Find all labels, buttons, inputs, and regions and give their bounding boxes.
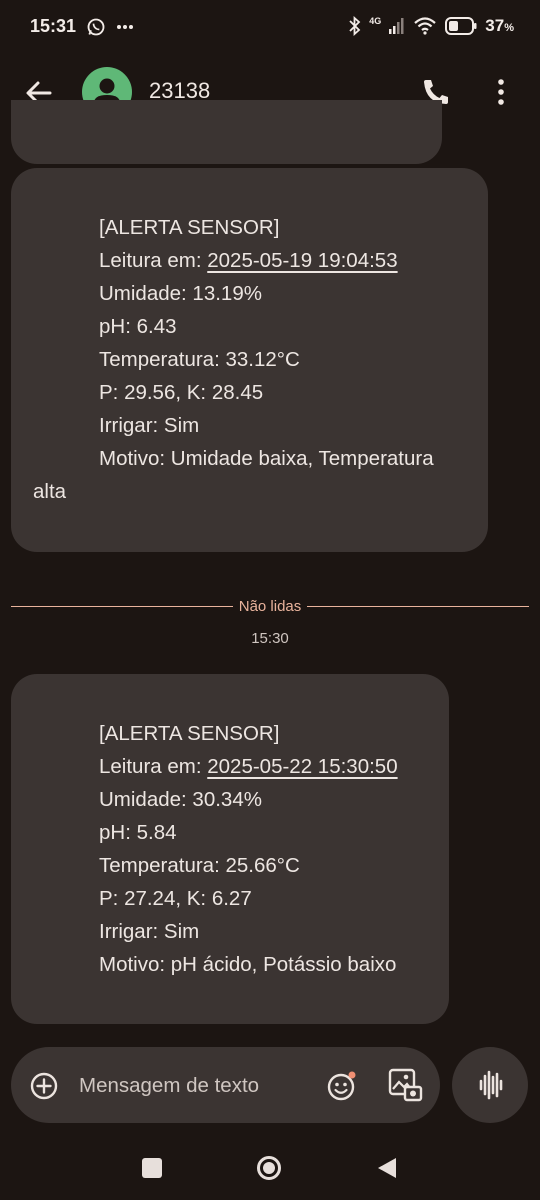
battery-percent: 37% [485, 16, 514, 35]
line-prefix: Leitura em: [99, 249, 208, 272]
message-line: Motivo: Umidade baixa, Temperatura [99, 447, 434, 470]
divider-line [11, 605, 233, 607]
timestamp-link[interactable]: 2025-05-19 19:04:53 [207, 249, 397, 272]
emoji-icon[interactable] [325, 1069, 359, 1103]
message-bubble[interactable]: [ALERTA SENSOR] Leitura em: 2025-05-22 1… [11, 674, 449, 1024]
status-bar: 15:31 4G 37% [0, 0, 540, 56]
message-line: Leitura em: 2025-05-19 19:04:53 [33, 244, 470, 277]
status-right: 4G 37% [349, 16, 514, 36]
message-input[interactable] [77, 1069, 311, 1103]
timestamp-link[interactable]: 2025-05-22 15:30:50 [207, 755, 397, 778]
status-left: 15:31 [30, 16, 134, 37]
message-line: P: 27.24, K: 6.27 [99, 887, 252, 910]
bluetooth-icon [349, 16, 361, 36]
message-line: Leitura em: 2025-05-22 15:30:50 [33, 750, 431, 783]
unread-divider: Não lidas [11, 596, 530, 616]
message-line: Temperatura: 25.66°C [99, 854, 300, 877]
message-line: Umidade: 30.34% [99, 788, 262, 811]
message-line: P: 29.56, K: 28.45 [99, 381, 264, 404]
message-line: Temperatura: 33.12°C [99, 348, 300, 371]
more-notifications-icon [117, 24, 134, 29]
status-time: 15:31 [30, 16, 77, 36]
message-line: Irrigar: Sim [99, 414, 200, 437]
message-text: [ALERTA SENSOR] Leitura em: 2025-05-19 1… [33, 211, 470, 508]
message-line: alta [33, 480, 67, 503]
message-line: pH: 5.84 [99, 821, 177, 844]
message-line: [ALERTA SENSOR] [99, 216, 280, 239]
message-bubble[interactable]: [ALERTA SENSOR] Leitura em: 2025-05-19 1… [11, 168, 488, 552]
message-time-label: 15:30 [251, 630, 289, 647]
previous-message-bubble[interactable] [11, 100, 442, 164]
message-line: pH: 6.43 [99, 315, 177, 338]
cell-signal-icon [389, 18, 404, 34]
unread-label: Não lidas [238, 597, 302, 615]
nav-back-icon[interactable] [376, 1156, 398, 1180]
voice-message-button[interactable] [452, 1047, 528, 1123]
add-attachment-icon[interactable] [29, 1071, 59, 1101]
more-options-icon[interactable] [488, 76, 514, 108]
messaging-screen: 15:31 4G 37% 23138 [ALERTA SENSOR] Leitu… [0, 0, 540, 1200]
message-line: Irrigar: Sim [99, 920, 200, 943]
signal-type-label: 4G [369, 16, 382, 26]
message-line: [ALERTA SENSOR] [99, 722, 280, 745]
recent-apps-button[interactable] [142, 1158, 162, 1178]
message-line: Motivo: pH ácido, Potássio baixo [99, 953, 397, 976]
gallery-icon[interactable] [387, 1067, 425, 1103]
audio-waveform-icon [479, 1070, 503, 1100]
line-prefix: Leitura em: [99, 755, 208, 778]
message-text: [ALERTA SENSOR] Leitura em: 2025-05-22 1… [33, 717, 431, 981]
compose-bar [11, 1047, 440, 1123]
wifi-icon [414, 17, 437, 35]
whatsapp-notification-icon [87, 18, 105, 35]
message-line: Umidade: 13.19% [99, 282, 262, 305]
divider-line [307, 605, 530, 607]
home-button-icon[interactable] [256, 1155, 282, 1181]
battery-icon [445, 17, 477, 35]
